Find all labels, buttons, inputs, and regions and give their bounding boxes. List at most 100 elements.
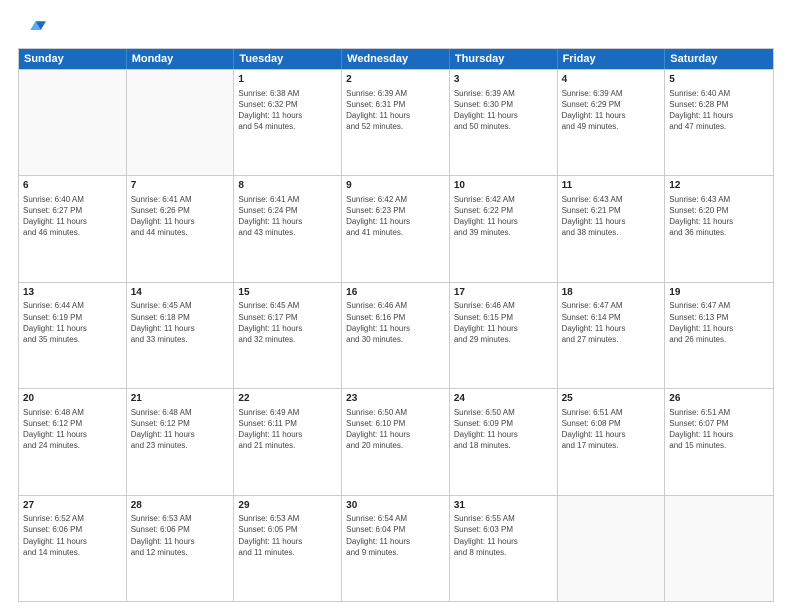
day-cell-12: 12Sunrise: 6:43 AM Sunset: 6:20 PM Dayli… bbox=[665, 176, 773, 281]
day-info: Sunrise: 6:41 AM Sunset: 6:24 PM Dayligh… bbox=[238, 194, 337, 239]
logo-icon bbox=[18, 16, 46, 44]
day-number: 19 bbox=[669, 286, 769, 300]
day-cell-28: 28Sunrise: 6:53 AM Sunset: 6:06 PM Dayli… bbox=[127, 496, 235, 601]
day-number: 11 bbox=[562, 179, 661, 193]
day-number: 6 bbox=[23, 179, 122, 193]
weekday-header-saturday: Saturday bbox=[665, 49, 773, 69]
day-info: Sunrise: 6:42 AM Sunset: 6:23 PM Dayligh… bbox=[346, 194, 445, 239]
page: SundayMondayTuesdayWednesdayThursdayFrid… bbox=[0, 0, 792, 612]
day-cell-18: 18Sunrise: 6:47 AM Sunset: 6:14 PM Dayli… bbox=[558, 283, 666, 388]
day-number: 17 bbox=[454, 286, 553, 300]
day-number: 12 bbox=[669, 179, 769, 193]
day-number: 9 bbox=[346, 179, 445, 193]
day-cell-empty bbox=[558, 496, 666, 601]
day-number: 21 bbox=[131, 392, 230, 406]
calendar-body: 1Sunrise: 6:38 AM Sunset: 6:32 PM Daylig… bbox=[19, 69, 773, 601]
day-cell-21: 21Sunrise: 6:48 AM Sunset: 6:12 PM Dayli… bbox=[127, 389, 235, 494]
day-cell-1: 1Sunrise: 6:38 AM Sunset: 6:32 PM Daylig… bbox=[234, 70, 342, 175]
day-cell-empty bbox=[665, 496, 773, 601]
logo bbox=[18, 16, 50, 44]
day-info: Sunrise: 6:48 AM Sunset: 6:12 PM Dayligh… bbox=[131, 407, 230, 452]
day-info: Sunrise: 6:51 AM Sunset: 6:08 PM Dayligh… bbox=[562, 407, 661, 452]
day-number: 25 bbox=[562, 392, 661, 406]
calendar-week-1: 1Sunrise: 6:38 AM Sunset: 6:32 PM Daylig… bbox=[19, 69, 773, 175]
day-number: 2 bbox=[346, 73, 445, 87]
day-info: Sunrise: 6:46 AM Sunset: 6:16 PM Dayligh… bbox=[346, 300, 445, 345]
day-cell-empty bbox=[19, 70, 127, 175]
weekday-header-thursday: Thursday bbox=[450, 49, 558, 69]
day-info: Sunrise: 6:50 AM Sunset: 6:10 PM Dayligh… bbox=[346, 407, 445, 452]
day-cell-17: 17Sunrise: 6:46 AM Sunset: 6:15 PM Dayli… bbox=[450, 283, 558, 388]
day-cell-23: 23Sunrise: 6:50 AM Sunset: 6:10 PM Dayli… bbox=[342, 389, 450, 494]
day-number: 29 bbox=[238, 499, 337, 513]
day-number: 31 bbox=[454, 499, 553, 513]
weekday-header-monday: Monday bbox=[127, 49, 235, 69]
day-info: Sunrise: 6:48 AM Sunset: 6:12 PM Dayligh… bbox=[23, 407, 122, 452]
day-number: 28 bbox=[131, 499, 230, 513]
day-info: Sunrise: 6:39 AM Sunset: 6:30 PM Dayligh… bbox=[454, 88, 553, 133]
day-number: 15 bbox=[238, 286, 337, 300]
day-number: 16 bbox=[346, 286, 445, 300]
day-info: Sunrise: 6:40 AM Sunset: 6:28 PM Dayligh… bbox=[669, 88, 769, 133]
day-info: Sunrise: 6:44 AM Sunset: 6:19 PM Dayligh… bbox=[23, 300, 122, 345]
day-info: Sunrise: 6:43 AM Sunset: 6:21 PM Dayligh… bbox=[562, 194, 661, 239]
day-number: 26 bbox=[669, 392, 769, 406]
day-info: Sunrise: 6:50 AM Sunset: 6:09 PM Dayligh… bbox=[454, 407, 553, 452]
day-info: Sunrise: 6:43 AM Sunset: 6:20 PM Dayligh… bbox=[669, 194, 769, 239]
day-number: 27 bbox=[23, 499, 122, 513]
day-info: Sunrise: 6:42 AM Sunset: 6:22 PM Dayligh… bbox=[454, 194, 553, 239]
weekday-header-sunday: Sunday bbox=[19, 49, 127, 69]
day-info: Sunrise: 6:52 AM Sunset: 6:06 PM Dayligh… bbox=[23, 513, 122, 558]
day-cell-16: 16Sunrise: 6:46 AM Sunset: 6:16 PM Dayli… bbox=[342, 283, 450, 388]
day-info: Sunrise: 6:47 AM Sunset: 6:13 PM Dayligh… bbox=[669, 300, 769, 345]
day-info: Sunrise: 6:39 AM Sunset: 6:31 PM Dayligh… bbox=[346, 88, 445, 133]
day-cell-31: 31Sunrise: 6:55 AM Sunset: 6:03 PM Dayli… bbox=[450, 496, 558, 601]
day-number: 10 bbox=[454, 179, 553, 193]
calendar: SundayMondayTuesdayWednesdayThursdayFrid… bbox=[18, 48, 774, 602]
day-info: Sunrise: 6:39 AM Sunset: 6:29 PM Dayligh… bbox=[562, 88, 661, 133]
day-info: Sunrise: 6:41 AM Sunset: 6:26 PM Dayligh… bbox=[131, 194, 230, 239]
day-info: Sunrise: 6:53 AM Sunset: 6:06 PM Dayligh… bbox=[131, 513, 230, 558]
day-cell-19: 19Sunrise: 6:47 AM Sunset: 6:13 PM Dayli… bbox=[665, 283, 773, 388]
day-cell-30: 30Sunrise: 6:54 AM Sunset: 6:04 PM Dayli… bbox=[342, 496, 450, 601]
day-number: 1 bbox=[238, 73, 337, 87]
day-number: 30 bbox=[346, 499, 445, 513]
day-cell-14: 14Sunrise: 6:45 AM Sunset: 6:18 PM Dayli… bbox=[127, 283, 235, 388]
calendar-week-5: 27Sunrise: 6:52 AM Sunset: 6:06 PM Dayli… bbox=[19, 495, 773, 601]
day-cell-11: 11Sunrise: 6:43 AM Sunset: 6:21 PM Dayli… bbox=[558, 176, 666, 281]
header bbox=[18, 16, 774, 44]
day-number: 8 bbox=[238, 179, 337, 193]
day-number: 14 bbox=[131, 286, 230, 300]
day-number: 3 bbox=[454, 73, 553, 87]
day-cell-6: 6Sunrise: 6:40 AM Sunset: 6:27 PM Daylig… bbox=[19, 176, 127, 281]
weekday-header-tuesday: Tuesday bbox=[234, 49, 342, 69]
day-number: 20 bbox=[23, 392, 122, 406]
day-info: Sunrise: 6:45 AM Sunset: 6:17 PM Dayligh… bbox=[238, 300, 337, 345]
day-info: Sunrise: 6:38 AM Sunset: 6:32 PM Dayligh… bbox=[238, 88, 337, 133]
day-cell-15: 15Sunrise: 6:45 AM Sunset: 6:17 PM Dayli… bbox=[234, 283, 342, 388]
day-cell-7: 7Sunrise: 6:41 AM Sunset: 6:26 PM Daylig… bbox=[127, 176, 235, 281]
day-info: Sunrise: 6:54 AM Sunset: 6:04 PM Dayligh… bbox=[346, 513, 445, 558]
day-number: 18 bbox=[562, 286, 661, 300]
day-number: 13 bbox=[23, 286, 122, 300]
day-info: Sunrise: 6:46 AM Sunset: 6:15 PM Dayligh… bbox=[454, 300, 553, 345]
day-cell-20: 20Sunrise: 6:48 AM Sunset: 6:12 PM Dayli… bbox=[19, 389, 127, 494]
day-cell-9: 9Sunrise: 6:42 AM Sunset: 6:23 PM Daylig… bbox=[342, 176, 450, 281]
day-number: 5 bbox=[669, 73, 769, 87]
weekday-header-friday: Friday bbox=[558, 49, 666, 69]
day-info: Sunrise: 6:47 AM Sunset: 6:14 PM Dayligh… bbox=[562, 300, 661, 345]
day-cell-4: 4Sunrise: 6:39 AM Sunset: 6:29 PM Daylig… bbox=[558, 70, 666, 175]
day-info: Sunrise: 6:55 AM Sunset: 6:03 PM Dayligh… bbox=[454, 513, 553, 558]
day-cell-24: 24Sunrise: 6:50 AM Sunset: 6:09 PM Dayli… bbox=[450, 389, 558, 494]
day-cell-25: 25Sunrise: 6:51 AM Sunset: 6:08 PM Dayli… bbox=[558, 389, 666, 494]
day-cell-10: 10Sunrise: 6:42 AM Sunset: 6:22 PM Dayli… bbox=[450, 176, 558, 281]
day-cell-29: 29Sunrise: 6:53 AM Sunset: 6:05 PM Dayli… bbox=[234, 496, 342, 601]
day-cell-2: 2Sunrise: 6:39 AM Sunset: 6:31 PM Daylig… bbox=[342, 70, 450, 175]
day-cell-3: 3Sunrise: 6:39 AM Sunset: 6:30 PM Daylig… bbox=[450, 70, 558, 175]
calendar-week-3: 13Sunrise: 6:44 AM Sunset: 6:19 PM Dayli… bbox=[19, 282, 773, 388]
day-info: Sunrise: 6:40 AM Sunset: 6:27 PM Dayligh… bbox=[23, 194, 122, 239]
day-number: 7 bbox=[131, 179, 230, 193]
day-cell-26: 26Sunrise: 6:51 AM Sunset: 6:07 PM Dayli… bbox=[665, 389, 773, 494]
calendar-header: SundayMondayTuesdayWednesdayThursdayFrid… bbox=[19, 49, 773, 69]
day-cell-13: 13Sunrise: 6:44 AM Sunset: 6:19 PM Dayli… bbox=[19, 283, 127, 388]
